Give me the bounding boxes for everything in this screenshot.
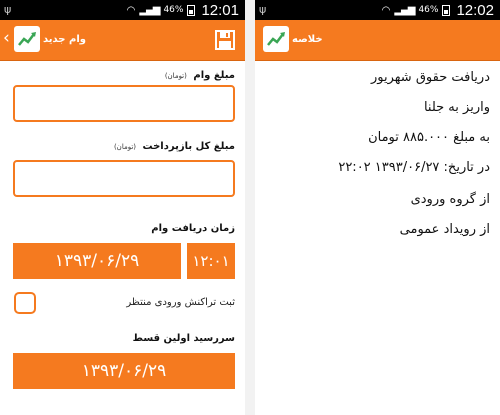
summary-line: واریز به جلنا [423, 100, 490, 115]
summary-line: به مبلغ ۸۸۵.۰۰۰ تومان [368, 130, 490, 145]
wifi-icon: ◠ [126, 4, 136, 16]
status-bar: ψ ◠ ▂▄▆ 46% 12:02 [255, 0, 500, 20]
total-repayment-field[interactable] [13, 160, 235, 197]
signal-icon: ▂▄▆ [139, 4, 160, 16]
back-chevron-icon[interactable]: ‹ [3, 28, 10, 48]
app-chart-icon[interactable] [14, 26, 40, 52]
battery-icon [442, 4, 451, 16]
receive-time-label: زمان دریافت وام [151, 223, 235, 234]
loan-amount-label: مبلغ وام (تومان) [164, 70, 235, 81]
battery-percent: 46% [418, 5, 439, 15]
summary-line: از گروه ورودی [410, 192, 490, 207]
clock: 12:02 [456, 1, 494, 19]
action-bar: خلاصه [255, 20, 500, 61]
signal-icon: ▂▄▆ [394, 4, 415, 16]
battery-percent: 46% [163, 5, 184, 15]
usb-icon: ψ [4, 3, 12, 16]
summary-line: در تاریخ: ۱۳۹۳/۰۶/۲۷ ۲۲:۰۲ [338, 160, 490, 175]
action-bar: ‹ وام جدید [0, 20, 245, 61]
screenshot-pair: ψ ◠ ▂▄▆ 46% 12:01 ‹ وام جدید مبلغ وام (ت… [0, 0, 500, 415]
usb-icon: ψ [259, 3, 267, 16]
wifi-icon: ◠ [381, 4, 391, 16]
pending-transaction-label: ثبت تراکنش ورودی منتظر [126, 297, 235, 308]
receive-date-button[interactable]: ۱۳۹۳/۰۶/۲۹ [13, 243, 181, 279]
first-installment-date-button[interactable]: ۱۳۹۳/۰۶/۲۹ [13, 353, 235, 389]
first-installment-label: سررسید اولین قسط [132, 333, 235, 344]
summary-line: دریافت حقوق شهریور [371, 70, 490, 85]
loan-amount-field[interactable] [13, 85, 235, 122]
battery-icon [187, 4, 196, 16]
app-chart-icon[interactable] [263, 26, 289, 52]
status-bar: ψ ◠ ▂▄▆ 46% 12:01 [0, 0, 245, 20]
screen-title: وام جدید [43, 34, 86, 45]
clock: 12:01 [201, 1, 239, 19]
summary-line: از رویداد عمومی [399, 222, 490, 237]
receive-time-button[interactable]: ۱۲:۰۱ [187, 243, 235, 279]
save-icon[interactable] [215, 30, 235, 50]
new-loan-screen: ψ ◠ ▂▄▆ 46% 12:01 ‹ وام جدید مبلغ وام (ت… [0, 0, 245, 415]
screen-title: خلاصه [292, 34, 323, 45]
total-repayment-label: مبلغ کل بازپرداخت (تومان) [113, 141, 235, 152]
summary-screen: ψ ◠ ▂▄▆ 46% 12:02 خلاصه دریافت حقوق شهری… [255, 0, 500, 415]
pending-transaction-checkbox[interactable] [14, 292, 36, 314]
